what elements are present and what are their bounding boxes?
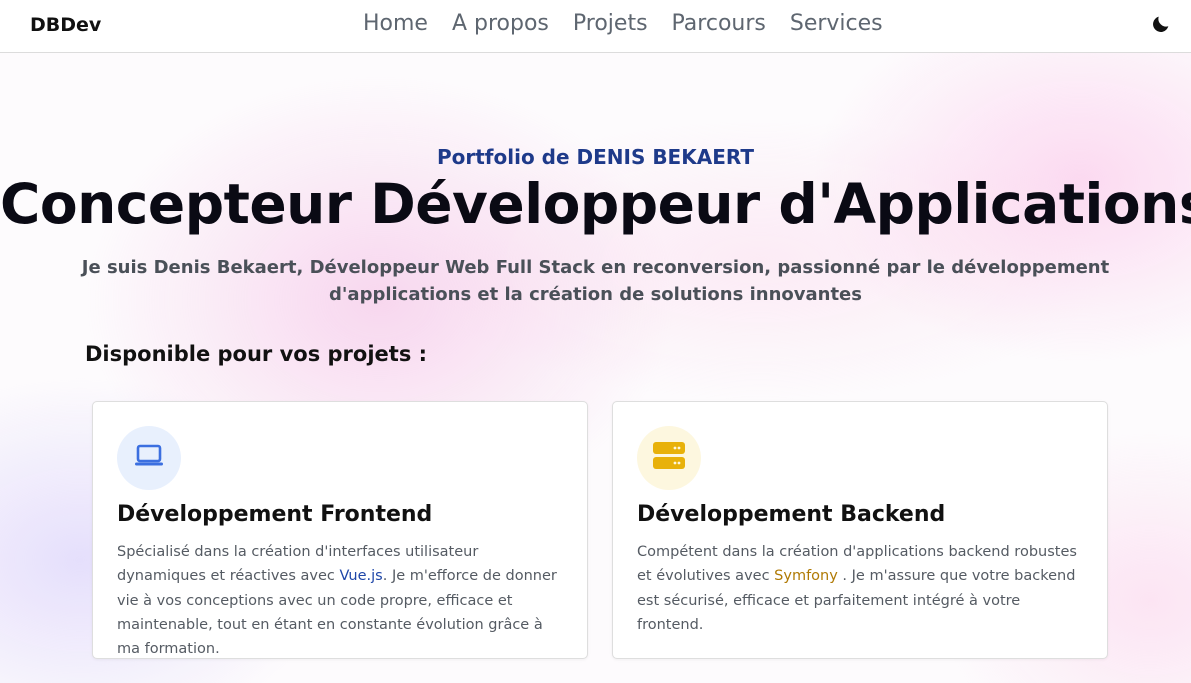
nav-link-home[interactable]: Home	[363, 11, 428, 36]
vue-link[interactable]: Vue.js	[339, 568, 382, 584]
nav-link-services[interactable]: Services	[790, 11, 883, 36]
nav-link-about[interactable]: A propos	[452, 11, 549, 36]
service-icon-container	[117, 426, 181, 490]
nav-link-career[interactable]: Parcours	[672, 11, 766, 36]
card-description: Compétent dans la création d'application…	[637, 540, 1087, 637]
symfony-link[interactable]: Symfony	[774, 568, 838, 584]
card-title: Développement Backend	[637, 502, 946, 527]
card-description: Spécialisé dans la création d'interfaces…	[117, 540, 567, 661]
moon-icon[interactable]	[1150, 13, 1172, 35]
hero-subtitle: Je suis Denis Bekaert, Développeur Web F…	[81, 257, 1110, 305]
laptop-icon	[134, 444, 164, 472]
services-title: Disponible pour vos projets :	[85, 342, 428, 366]
service-icon-container	[637, 426, 701, 490]
nav-link-projects[interactable]: Projets	[573, 11, 648, 36]
navbar: DBDev Home A propos Projets Parcours Ser…	[0, 0, 1191, 53]
card-title: Développement Frontend	[117, 502, 433, 527]
server-icon	[653, 442, 685, 474]
hero-kicker: Portfolio de DENIS BEKAERT	[436, 145, 755, 169]
service-card-backend: Développement Backend Compétent dans la …	[612, 401, 1108, 659]
brand-logo[interactable]: DBDev	[30, 14, 101, 36]
page-title: Concepteur Développeur d'Applications	[0, 172, 1191, 236]
service-card-frontend: Développement Frontend Spécialisé dans l…	[92, 401, 588, 659]
nav-links: Home A propos Projets Parcours Services	[363, 11, 883, 36]
